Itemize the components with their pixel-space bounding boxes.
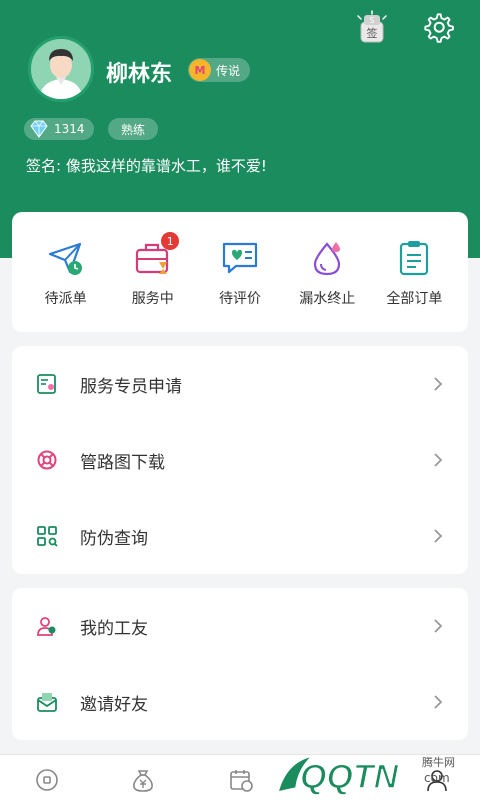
clipboard-list-icon: [400, 241, 429, 276]
chevron-right-icon: [434, 529, 443, 543]
menu-label: 邀请好友: [80, 694, 148, 715]
order-count-badge: 1: [161, 232, 180, 250]
skill-badge: 熟练: [108, 118, 158, 140]
id-card-icon: [37, 374, 56, 394]
chevron-right-icon: [434, 453, 443, 467]
menu-item-my-coworkers[interactable]: 我的工友: [12, 588, 468, 664]
order-label: 全部订单: [386, 291, 443, 307]
menu-label: 我的工友: [80, 618, 148, 639]
avatar[interactable]: [28, 36, 94, 102]
menu-label: 服务专员申请: [80, 376, 182, 397]
menu-label: 防伪查询: [80, 528, 148, 549]
diamond-icon: [30, 120, 48, 138]
menu-card-social: 我的工友 邀请好友: [12, 588, 468, 740]
watermark-brand: QQTN: [300, 758, 400, 796]
chevron-right-icon: [434, 695, 443, 709]
level-label: 传说: [216, 63, 241, 78]
orders-card: 待派单 1 服务中 待评价 漏水终止 全部订单: [12, 212, 468, 332]
order-label: 漏水终止: [299, 291, 356, 307]
order-pending-review[interactable]: 待评价: [196, 212, 283, 332]
menu-item-service-specialist[interactable]: 服务专员申请: [12, 346, 468, 422]
envelope-icon: [37, 693, 57, 712]
order-leak-terminated[interactable]: 漏水终止: [284, 212, 371, 332]
menu-label: 管路图下载: [80, 452, 165, 473]
order-pending-dispatch[interactable]: 待派单: [22, 212, 109, 332]
menu-item-pipe-diagram[interactable]: 管路图下载: [12, 422, 468, 498]
chat-heart-icon: [222, 242, 258, 274]
sign-badge-text: S: [369, 16, 374, 25]
signature: 签名: 像我这样的靠谱水工，谁不爱!: [26, 157, 267, 175]
settings-gear-icon[interactable]: [424, 12, 456, 44]
points-badge[interactable]: 1314: [24, 118, 94, 140]
money-bag-icon[interactable]: [130, 767, 156, 793]
crown-level-icon: M: [189, 59, 211, 81]
watermark-suffix: com: [424, 771, 450, 785]
calendar-clock-icon[interactable]: [228, 767, 254, 793]
username: 柳林东: [106, 62, 173, 87]
sign-label: 签: [367, 26, 378, 40]
order-label: 待派单: [44, 291, 87, 307]
paper-plane-clock-icon: [48, 242, 82, 275]
lifebuoy-icon: [37, 450, 57, 470]
daily-sign-in-button[interactable]: S 签: [352, 10, 392, 46]
menu-card-services: 服务专员申请 管路图下载 防伪查询: [12, 346, 468, 574]
order-label: 服务中: [131, 291, 174, 307]
menu-item-invite-friends[interactable]: 邀请好友: [12, 664, 468, 740]
chevron-right-icon: [434, 619, 443, 633]
menu-item-anti-counterfeit[interactable]: 防伪查询: [12, 498, 468, 574]
qqtn-watermark-logo: QQTN 腾牛网 com: [276, 754, 455, 797]
order-label: 待评价: [219, 291, 261, 307]
points-value: 1314: [54, 122, 85, 136]
home-icon[interactable]: [34, 767, 60, 793]
watermark-site: 腾牛网: [422, 755, 455, 769]
order-in-service[interactable]: 1 服务中: [109, 212, 196, 332]
water-drop-icon: [314, 242, 341, 276]
people-icon: [37, 617, 56, 636]
order-all[interactable]: 全部订单: [371, 212, 458, 332]
chevron-right-icon: [434, 377, 443, 391]
qr-code-icon: [37, 526, 58, 547]
level-badge: M 传说: [188, 58, 250, 82]
